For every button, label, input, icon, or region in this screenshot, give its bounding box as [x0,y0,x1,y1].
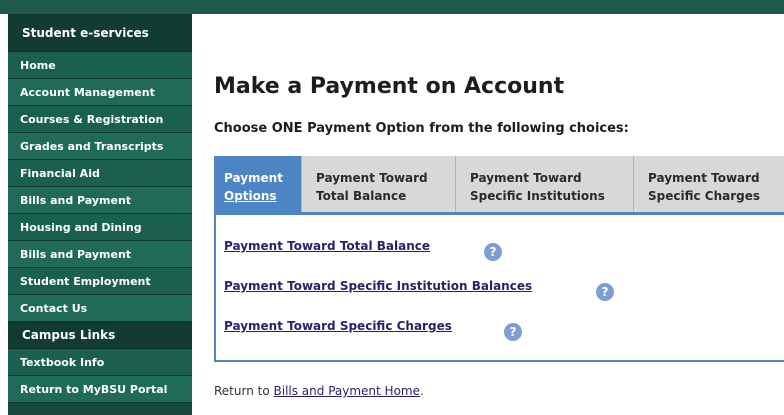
tab-line-2: Total Balance [316,189,407,203]
sidebar-menu: Home Account Management Courses & Regist… [8,52,192,322]
sidebar: Student e-services Home Account Manageme… [8,14,192,415]
sidebar-item-courses-registration[interactable]: Courses & Registration [8,106,192,133]
campus-links-menu: Textbook Info Return to MyBSU Portal [8,349,192,403]
option-specific-institution-link[interactable]: Payment Toward Specific Institution Bala… [224,279,532,293]
tab-line-1: Payment [224,171,283,185]
payment-options-panel: Payment Toward Total Balance ? Payment T… [214,212,784,362]
sidebar-item-grades-transcripts[interactable]: Grades and Transcripts [8,133,192,160]
campus-links-header: Campus Links [8,322,192,349]
sidebar-item-textbook-info[interactable]: Textbook Info [8,349,192,376]
tab-line-2: Specific Charges [648,189,761,203]
tab-line-2: Specific Institutions [470,189,605,203]
sidebar-item-student-employment[interactable]: Student Employment [8,268,192,295]
tab-specific-institutions[interactable]: Payment Toward Specific Institutions [456,156,634,212]
tab-specific-charges[interactable]: Payment Toward Specific Charges [634,156,784,212]
tab-line-1: Payment Toward [648,171,760,185]
sidebar-item-housing-dining[interactable]: Housing and Dining [8,214,192,241]
return-suffix: . [419,384,424,398]
payment-tabs: Payment Options Payment Toward Total Bal… [214,156,784,212]
page-title: Make a Payment on Account [214,74,565,99]
sidebar-header: Student e-services [8,14,192,52]
sidebar-item-financial-aid[interactable]: Financial Aid [8,160,192,187]
option-total-balance-link[interactable]: Payment Toward Total Balance [224,239,430,253]
help-circle-icon[interactable]: ? [596,283,614,301]
tab-line-2: Options [224,189,277,203]
top-banner [0,0,784,14]
sidebar-item-bills-payment-2[interactable]: Bills and Payment [8,241,192,268]
instruction-text: Choose ONE Payment Option from the follo… [214,121,629,136]
sidebar-item-bills-payment[interactable]: Bills and Payment [8,187,192,214]
sidebar-item-home[interactable]: Home [8,52,192,79]
tab-payment-options[interactable]: Payment Options [214,156,302,212]
help-circle-icon[interactable]: ? [484,243,502,261]
help-circle-icon[interactable]: ? [504,323,522,341]
sidebar-item-return-portal[interactable]: Return to MyBSU Portal [8,376,192,403]
return-prefix: Return to [214,384,274,398]
sidebar-item-contact-us[interactable]: Contact Us [8,295,192,322]
option-specific-charges-link[interactable]: Payment Toward Specific Charges [224,319,452,333]
sidebar-item-account-management[interactable]: Account Management [8,79,192,106]
tab-total-balance[interactable]: Payment Toward Total Balance [302,156,456,212]
bills-payment-home-link[interactable]: Bills and Payment Home [274,384,420,398]
return-text: Return to Bills and Payment Home. [214,384,424,398]
tab-line-1: Payment Toward [470,171,582,185]
tab-line-1: Payment Toward [316,171,428,185]
